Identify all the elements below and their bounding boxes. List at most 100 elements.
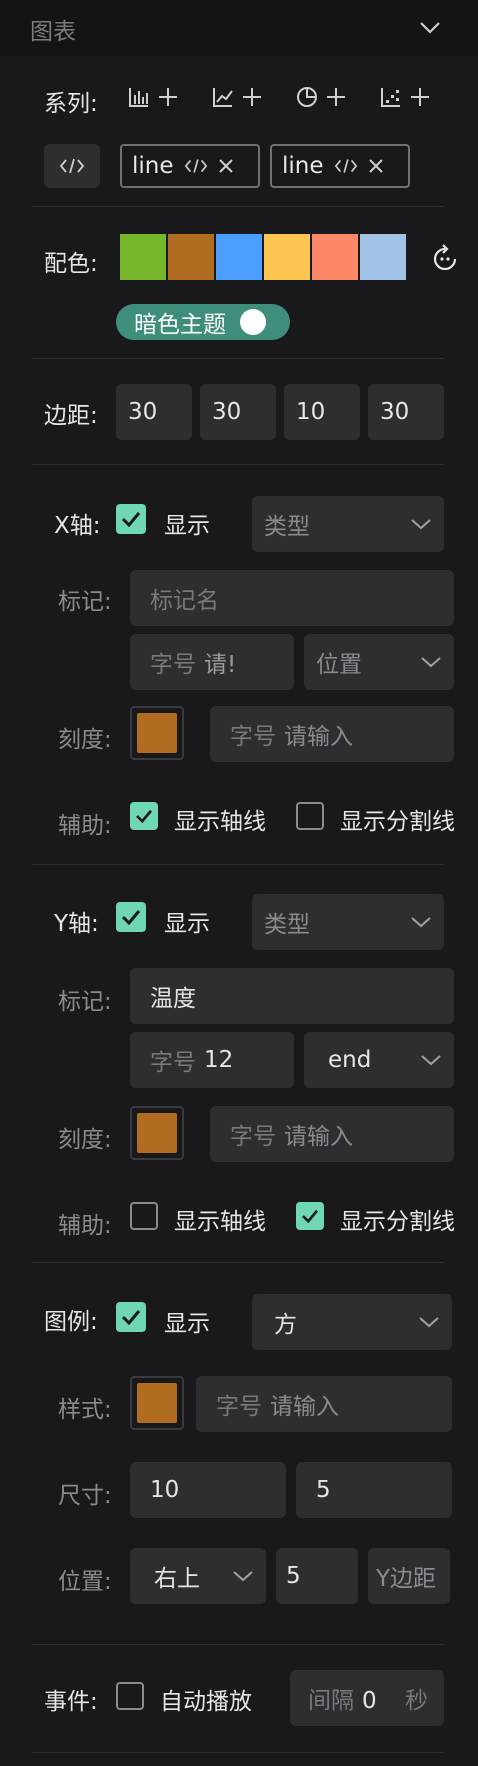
series-tag-label: line <box>132 153 174 179</box>
chevron-down-icon <box>411 917 431 928</box>
chevron-down-icon <box>421 1055 441 1066</box>
interval-value: 0 <box>362 1688 377 1714</box>
palette-color-swatch[interactable] <box>360 234 406 280</box>
dark-theme-toggle[interactable]: 暗色主题 <box>116 304 290 340</box>
xaxis-mark-font-placeholder: 请! <box>204 652 237 678</box>
xaxis-show-checkbox[interactable] <box>116 504 146 534</box>
divider <box>32 864 444 865</box>
yaxis-mark-font-input[interactable]: 字号 12 <box>130 1032 294 1088</box>
divider <box>32 206 444 207</box>
yaxis-split-line-checkbox[interactable] <box>296 1202 324 1230</box>
xaxis-label: X轴: <box>54 513 101 539</box>
series-tag-label: line <box>282 153 324 179</box>
legend-shape-select[interactable]: 方 <box>252 1294 452 1350</box>
series-tag[interactable]: line <box>120 144 260 188</box>
autoplay-label: 自动播放 <box>160 1689 252 1715</box>
legend-show-checkbox[interactable] <box>116 1302 146 1332</box>
dark-theme-label: 暗色主题 <box>134 312 226 338</box>
palette-color-swatch[interactable] <box>168 234 214 280</box>
add-scatter-series-button[interactable] <box>380 86 430 108</box>
code-icon[interactable] <box>184 157 208 175</box>
xaxis-split-line-label: 显示分割线 <box>340 809 455 835</box>
close-icon[interactable] <box>218 158 234 174</box>
add-line-series-button[interactable] <box>212 86 262 108</box>
margin-right-input[interactable]: 30 <box>200 384 276 440</box>
colors-label: 配色: <box>44 251 98 277</box>
series-tag[interactable]: line <box>270 144 410 188</box>
yaxis-mark-position-value: end <box>328 1047 372 1073</box>
bar-chart-icon <box>129 88 148 107</box>
yaxis-axis-line-checkbox[interactable] <box>130 1202 158 1230</box>
xaxis-mark-font-input[interactable]: 字号 请! <box>130 634 294 690</box>
xaxis-mark-position-value: 位置 <box>316 652 362 678</box>
font-size-prefix: 字号 <box>230 724 276 750</box>
interval-input[interactable]: 间隔 0 秒 <box>290 1670 444 1726</box>
palette-color-swatch[interactable] <box>120 234 166 280</box>
yaxis-type-select[interactable]: 类型 <box>252 894 444 950</box>
legend-style-label: 样式: <box>58 1397 112 1423</box>
yaxis-split-line-label: 显示分割线 <box>340 1209 455 1235</box>
margin-left-input[interactable]: 30 <box>368 384 444 440</box>
legend-font-input[interactable]: 字号 请输入 <box>196 1376 452 1432</box>
palette-color-swatch[interactable] <box>312 234 358 280</box>
xaxis-mark-label: 标记: <box>58 589 112 615</box>
margin-top-input[interactable]: 30 <box>116 384 192 440</box>
xaxis-aux-label: 辅助: <box>58 813 112 839</box>
xaxis-tick-font-input[interactable]: 字号 请输入 <box>210 706 454 762</box>
divider <box>32 1644 444 1645</box>
toggle-knob <box>240 309 266 335</box>
color-swatch <box>137 1383 177 1423</box>
margin-bottom-input[interactable]: 10 <box>284 384 360 440</box>
yaxis-type-value: 类型 <box>264 912 310 938</box>
chevron-down-icon <box>421 657 441 668</box>
xaxis-type-value: 类型 <box>264 514 310 540</box>
palette-color-swatch[interactable] <box>264 234 310 280</box>
autoplay-checkbox[interactable] <box>116 1682 144 1710</box>
legend-offset-input[interactable]: 5 <box>276 1548 358 1604</box>
plus-icon <box>411 88 429 106</box>
font-size-prefix: 字号 <box>216 1394 262 1420</box>
font-size-prefix: 字号 <box>230 1124 276 1150</box>
font-size-prefix: 字号 <box>150 652 196 678</box>
series-code-button[interactable] <box>44 144 100 188</box>
xaxis-mark-position-select[interactable]: 位置 <box>304 634 454 690</box>
xaxis-axis-line-checkbox[interactable] <box>130 802 158 830</box>
yaxis-mark-name-input[interactable]: 温度 <box>130 968 454 1024</box>
xaxis-type-select[interactable]: 类型 <box>252 496 444 552</box>
xaxis-tick-label: 刻度: <box>58 727 112 753</box>
divider <box>32 1262 444 1263</box>
add-pie-series-button[interactable] <box>296 86 346 108</box>
xaxis-tick-color-picker[interactable] <box>130 706 184 760</box>
yaxis-show-checkbox[interactable] <box>116 902 146 932</box>
yaxis-tick-font-placeholder: 请输入 <box>284 1124 353 1150</box>
legend-size-label: 尺寸: <box>58 1483 112 1509</box>
yaxis-tick-color-picker[interactable] <box>130 1106 184 1160</box>
close-icon[interactable] <box>368 158 384 174</box>
events-label: 事件: <box>44 1689 98 1715</box>
yaxis-label: Y轴: <box>54 911 99 937</box>
legend-position-label: 位置: <box>58 1569 112 1595</box>
yaxis-tick-font-input[interactable]: 字号 请输入 <box>210 1106 454 1162</box>
refresh-palette-icon[interactable] <box>430 244 460 280</box>
add-bar-series-button[interactable] <box>128 86 178 108</box>
divider <box>32 1752 444 1753</box>
plus-icon <box>159 88 177 106</box>
legend-color-picker[interactable] <box>130 1376 184 1430</box>
chevron-down-icon <box>233 1571 253 1582</box>
panel-title: 图表 <box>30 19 76 45</box>
interval-unit: 秒 <box>405 1688 428 1714</box>
legend-position-select[interactable]: 右上 <box>130 1548 266 1604</box>
legend-label: 图例: <box>44 1309 98 1335</box>
code-icon[interactable] <box>334 157 358 175</box>
legend-width-input[interactable]: 10 <box>130 1462 286 1518</box>
yaxis-mark-position-select[interactable]: end <box>304 1032 454 1088</box>
xaxis-split-line-checkbox[interactable] <box>296 802 324 830</box>
legend-margin-button[interactable]: Y边距 <box>368 1548 450 1604</box>
chevron-down-icon[interactable] <box>418 16 442 42</box>
xaxis-mark-name-input[interactable]: 标记名 <box>130 570 454 626</box>
palette-color-swatch[interactable] <box>216 234 262 280</box>
legend-height-input[interactable]: 5 <box>296 1462 452 1518</box>
legend-position-value: 右上 <box>154 1566 200 1592</box>
plus-icon <box>327 88 345 106</box>
pie-chart-icon <box>297 87 317 107</box>
